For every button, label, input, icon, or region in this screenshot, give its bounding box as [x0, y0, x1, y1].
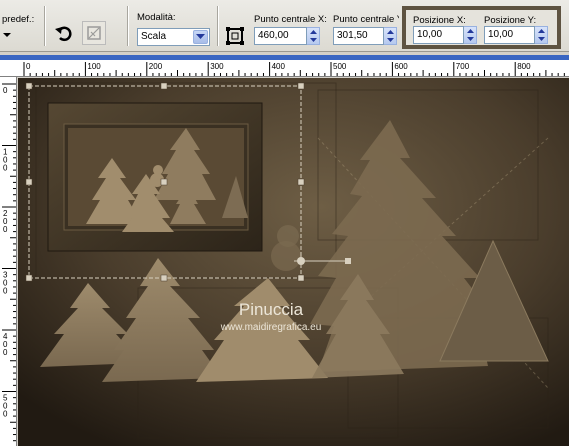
ruler-label: 400 — [272, 62, 286, 71]
position-y-field[interactable]: 10,00 — [484, 26, 548, 44]
position-highlight-box: Posizione X: 10,00 Posizione Y: 10,00 — [402, 6, 561, 49]
ruler-label: 200 — [149, 62, 163, 71]
horizontal-ruler[interactable]: 0 100 200 300 400 500 600 700 800 — [0, 60, 569, 77]
ruler-label: 800 — [517, 62, 531, 71]
ruler-label: 0 — [3, 86, 8, 95]
spin-up-icon[interactable] — [535, 27, 547, 35]
center-x-label: Punto centrale X: — [254, 14, 327, 25]
position-y-value: 10,00 — [484, 26, 535, 44]
rotate-arrow-icon — [55, 26, 72, 42]
watermark-url: www.maidiregrafica.eu — [220, 322, 322, 333]
mode-select[interactable]: Scala — [137, 28, 210, 46]
center-x-field[interactable]: 460,00 — [254, 27, 320, 45]
flip-button[interactable] — [82, 21, 106, 45]
ruler-label: 500 — [333, 62, 347, 71]
ruler-label: 0 — [26, 62, 31, 71]
deform-icon — [87, 26, 101, 40]
spin-up-icon[interactable] — [384, 28, 396, 36]
ruler-label: 0 — [3, 410, 8, 419]
center-y-label: Punto centrale Y: — [333, 14, 399, 25]
mode-value: Scala — [141, 31, 167, 42]
watermark-title: Pinuccia — [239, 300, 304, 319]
ruler-label: 0 — [3, 348, 8, 357]
spin-down-icon[interactable] — [307, 36, 319, 44]
spin-up-icon[interactable] — [464, 27, 476, 35]
mode-label: Modalità: — [137, 12, 176, 23]
christmas-trees-artwork: Pinuccia www.maidiregrafica.eu — [18, 78, 569, 446]
position-x-value: 10,00 — [413, 26, 464, 44]
square-target-icon — [226, 27, 244, 45]
position-x-field[interactable]: 10,00 — [413, 26, 477, 44]
center-y-field[interactable]: 301,50 — [333, 27, 397, 45]
preset-dropdown-arrow[interactable] — [3, 30, 11, 41]
position-y-label: Posizione Y: — [484, 15, 537, 26]
chevron-down-icon — [3, 33, 11, 37]
position-x-label: Posizione X: — [413, 15, 466, 26]
image-canvas[interactable]: Pinuccia www.maidiregrafica.eu — [18, 78, 569, 446]
spin-down-icon[interactable] — [535, 35, 547, 43]
center-point-button[interactable] — [223, 24, 247, 48]
ruler-label: 700 — [456, 62, 470, 71]
ruler-label: 0 — [3, 225, 8, 234]
vertical-ruler[interactable]: 0100200300400500 — [0, 77, 17, 446]
spin-up-icon[interactable] — [307, 28, 319, 36]
ruler-label: 100 — [87, 62, 101, 71]
ruler-label: 0 — [3, 164, 8, 173]
center-x-value: 460,00 — [254, 27, 307, 45]
ruler-label: 0 — [3, 287, 8, 296]
ruler-label: 600 — [394, 62, 408, 71]
spin-down-icon[interactable] — [384, 36, 396, 44]
spin-down-icon[interactable] — [464, 35, 476, 43]
ruler-label: 300 — [210, 62, 224, 71]
chevron-down-icon — [196, 34, 205, 39]
center-y-value: 301,50 — [333, 27, 384, 45]
preset-label: predef.: — [2, 14, 35, 25]
reset-rotation-button[interactable] — [52, 21, 76, 45]
pick-tool-options-toolbar: predef.: Modalità: Scala Punto centrale … — [0, 0, 569, 52]
